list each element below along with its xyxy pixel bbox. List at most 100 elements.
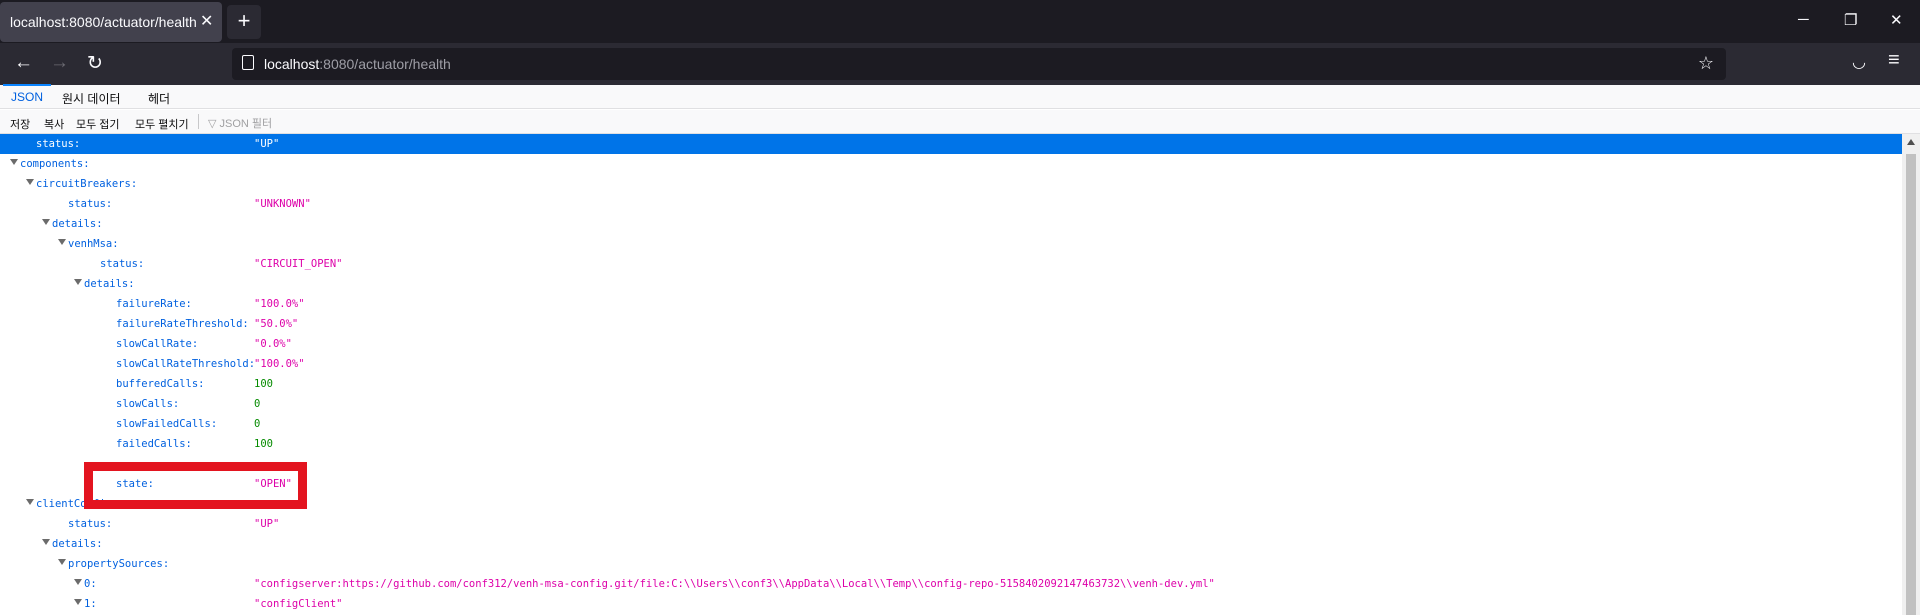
expand-toggle-icon[interactable] [74,279,82,285]
tree-key: failureRate: [116,298,192,310]
expand-toggle-icon[interactable] [74,579,82,585]
tree-row[interactable]: circuitBreakers: [0,174,1902,194]
scroll-up-arrow-icon[interactable] [1907,139,1915,145]
tree-row[interactable]: components: [0,154,1902,174]
collapse-all-button[interactable]: 모두 접기 [76,116,120,132]
expand-toggle-icon[interactable] [58,239,66,245]
tree-key: details: [52,538,103,550]
url-path: :8080/actuator/health [319,56,451,72]
tree-row[interactable]: 0: "configserver:https://github.com/conf3… [0,574,1902,594]
tab-close-icon[interactable]: ✕ [200,11,213,31]
browser-tab-active[interactable]: localhost:8080/actuator/health ✕ [0,2,222,42]
back-arrow-icon[interactable]: ← [14,52,33,74]
expand-toggle-icon[interactable] [74,599,82,605]
tree-key: status: [68,518,113,530]
tree-row[interactable]: venhMsa: [0,234,1902,254]
red-highlight-annotation [84,462,307,509]
save-button[interactable]: 저장 [10,116,30,132]
json-filter-input[interactable]: ▽ JSON 필터 [208,115,272,131]
tab-strip: localhost:8080/actuator/health ✕ + ─ ❐ ✕ [0,0,1920,43]
expand-toggle-icon[interactable] [58,559,66,565]
page-icon [242,55,254,70]
pocket-icon[interactable]: ◡ [1852,52,1866,72]
expand-toggle-icon[interactable] [26,179,34,185]
tree-row[interactable]: status: "UP" [0,134,1902,154]
tree-row[interactable]: slowCalls: 0 [0,394,1902,414]
tree-row[interactable]: details: [0,534,1902,554]
tree-key: bufferedCalls: [116,378,205,390]
tree-key: failureRateThreshold: [116,318,249,330]
tree-value: 0 [254,398,261,410]
tree-key: components: [20,158,90,170]
tab-raw-data[interactable]: 원시 데이터 [62,90,121,107]
filter-placeholder: JSON 필터 [219,118,273,130]
tree-row[interactable]: bufferedCalls: 100 [0,374,1902,394]
tree-key: 0: [84,578,97,590]
navigation-bar: ← → ↻ localhost:8080/actuator/health ☆ ◡… [0,43,1920,85]
tree-value: "100.0%" [254,358,305,370]
restore-icon[interactable]: ❐ [1844,11,1857,29]
tree-key: details: [84,278,135,290]
tree-key: slowCallRateThreshold: [116,358,256,370]
window-close-icon[interactable]: ✕ [1890,11,1903,29]
tree-key: slowCalls: [116,398,180,410]
minimize-icon[interactable]: ─ [1798,11,1809,28]
tree-row[interactable]: failureRate: "100.0%" [0,294,1902,314]
tab-title: localhost:8080/actuator/health [10,14,197,30]
tree-row[interactable]: slowFailedCalls: 0 [0,414,1902,434]
tree-key: status: [100,258,145,270]
toolbar-divider [198,114,199,129]
tree-key: propertySources: [68,558,170,570]
bookmark-star-icon[interactable]: ☆ [1698,53,1714,74]
tree-value: "100.0%" [254,298,305,310]
tree-value: "0.0%" [254,338,292,350]
tree-value: "CIRCUIT_OPEN" [254,258,343,270]
tree-value: "UP" [254,138,280,150]
tree-key: slowFailedCalls: [116,418,218,430]
tree-key: status: [68,198,113,210]
menu-icon[interactable]: ≡ [1888,49,1900,72]
tree-key: status: [36,138,81,150]
reload-icon[interactable]: ↻ [87,52,103,75]
filter-icon: ▽ [208,118,217,130]
expand-toggle-icon[interactable] [10,159,18,165]
tree-row[interactable]: failureRateThreshold: "50.0%" [0,314,1902,334]
expand-toggle-icon[interactable] [26,499,34,505]
vertical-scrollbar[interactable] [1902,134,1920,615]
url-text[interactable]: localhost:8080/actuator/health [264,56,451,72]
url-host: localhost [264,56,320,72]
tab-json[interactable]: JSON [2,84,52,104]
tree-row[interactable]: details: [0,274,1902,294]
expand-toggle-icon[interactable] [42,539,50,545]
tree-key: slowCallRate: [116,338,199,350]
tree-key: 1: [84,598,97,610]
tree-row[interactable]: propertySources: [0,554,1902,574]
tree-row[interactable]: 1: "configClient" [0,594,1902,614]
tree-value: 0 [254,418,261,430]
forward-arrow-icon[interactable]: → [50,52,69,74]
scrollbar-thumb[interactable] [1906,154,1916,615]
tree-row[interactable]: slowCallRateThreshold: "100.0%" [0,354,1902,374]
tree-row[interactable]: slowCallRate: "0.0%" [0,334,1902,354]
tree-key: venhMsa: [68,238,119,250]
json-viewer-tabs: JSON 원시 데이터 헤더 [0,84,1920,109]
expand-all-button[interactable]: 모두 펼치기 [135,116,189,132]
tab-headers[interactable]: 헤더 [148,90,170,107]
tree-key: failedCalls: [116,438,192,450]
tree-key: circuitBreakers: [36,178,138,190]
tree-row[interactable]: status: "CIRCUIT_OPEN" [0,254,1902,274]
address-bar[interactable]: localhost:8080/actuator/health ☆ [232,48,1726,80]
tree-value: "configClient" [254,598,343,610]
tree-key: details: [52,218,103,230]
tree-row[interactable]: details: [0,214,1902,234]
tree-row[interactable]: status: "UP" [0,514,1902,534]
copy-button[interactable]: 복사 [44,116,64,132]
tree-row[interactable]: status: "UNKNOWN" [0,194,1902,214]
tree-value: "configserver:https://github.com/conf312… [254,578,1215,590]
expand-toggle-icon[interactable] [42,219,50,225]
tree-value: 100 [254,378,273,390]
tree-value: "UP" [254,518,280,530]
tree-row[interactable]: failedCalls: 100 [0,434,1902,454]
new-tab-button[interactable]: + [227,5,261,39]
json-toolbar: 저장 복사 모두 접기 모두 펼치기 ▽ JSON 필터 [0,110,1920,134]
